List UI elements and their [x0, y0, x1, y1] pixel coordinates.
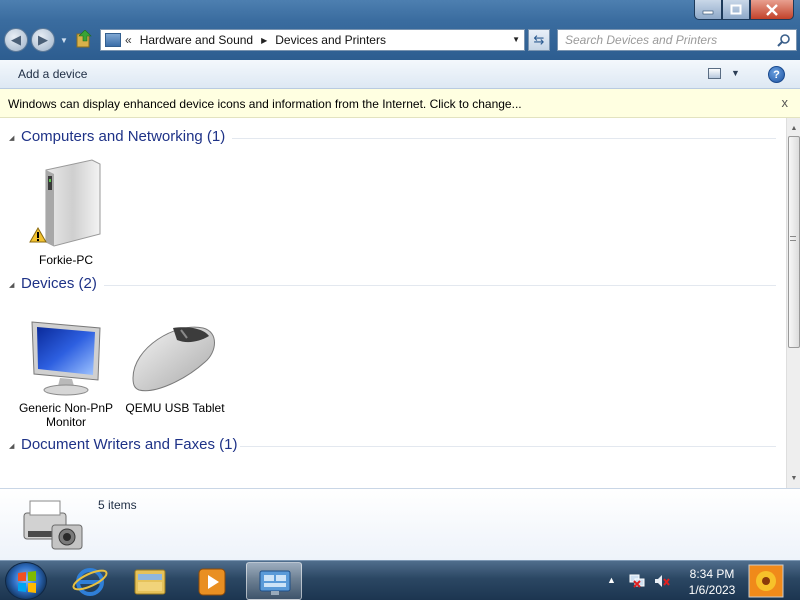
warning-icon	[29, 226, 47, 243]
group-header-devices[interactable]: ◢ Devices (2)	[0, 275, 786, 295]
window-controls	[694, 0, 794, 20]
group-divider	[104, 285, 776, 286]
recent-pages-dropdown[interactable]: ▼	[60, 36, 68, 45]
device-label: QEMU USB Tablet	[125, 401, 225, 415]
window-chrome: ◀ ▶ ▼ « Hardware and Sound ▶ Devices and…	[0, 0, 800, 60]
breadcrumb-devices-and-printers[interactable]: Devices and Printers	[275, 33, 386, 47]
device-forkie-pc[interactable]: Forkie-PC	[16, 154, 116, 267]
clock-date: 1/6/2023	[688, 583, 736, 597]
search-input[interactable]	[565, 33, 775, 47]
info-bar-close-icon[interactable]: x	[782, 95, 789, 110]
flower-user-picture-icon	[748, 564, 784, 598]
device-generic-monitor[interactable]: Generic Non-PnP Monitor	[16, 318, 116, 429]
control-panel-icon	[259, 570, 291, 595]
volume-muted-icon[interactable]	[653, 573, 671, 589]
media-player-icon	[198, 568, 226, 596]
item-count: 5 items	[98, 498, 137, 512]
refresh-button[interactable]: ⇆	[528, 29, 550, 51]
maximize-button[interactable]	[722, 0, 750, 20]
device-qemu-usb-tablet[interactable]: QEMU USB Tablet	[125, 318, 225, 415]
group-divider	[240, 446, 776, 447]
back-button[interactable]: ◀	[4, 28, 28, 52]
close-icon	[766, 3, 778, 16]
group-header-computers[interactable]: ◢ Computers and Networking (1)	[0, 128, 786, 148]
maximize-icon	[730, 4, 742, 15]
start-button[interactable]	[5, 562, 47, 600]
refresh-icon: ⇆	[533, 32, 545, 47]
group-title: Computers and Networking (1)	[21, 128, 226, 145]
group-header-document-writers[interactable]: ◢ Document Writers and Faxes (1)	[0, 436, 786, 456]
device-label: Forkie-PC	[38, 253, 93, 267]
windows-logo-icon	[18, 571, 36, 593]
taskbar-windows-explorer[interactable]	[123, 562, 179, 600]
forward-arrow-icon: ▶	[38, 32, 48, 47]
device-label: Generic Non-PnP Monitor	[18, 401, 114, 429]
taskbar-control-panel[interactable]	[246, 562, 302, 600]
breadcrumb-separator-icon[interactable]: ▶	[261, 36, 267, 45]
show-hidden-icons[interactable]: ▲	[607, 575, 616, 585]
printer-camera-icon	[23, 500, 83, 550]
taskbar: ▲ 8:34 PM 1/6/2023	[0, 560, 800, 600]
taskbar-internet-explorer[interactable]	[62, 562, 118, 600]
details-pane: 5 items	[0, 488, 800, 560]
command-bar: Add a device ▼ ?	[0, 60, 800, 89]
scrollbar-grip	[790, 236, 796, 241]
monitor-icon	[31, 321, 101, 396]
scroll-down-icon[interactable]: ▼	[787, 470, 800, 486]
info-bar-message[interactable]: Windows can display enhanced device icon…	[8, 97, 522, 111]
network-icon[interactable]	[628, 573, 646, 589]
taskbar-media-player[interactable]	[184, 562, 240, 600]
up-folder-icon	[76, 30, 92, 48]
help-icon[interactable]: ?	[768, 66, 785, 83]
clock-time: 8:34 PM	[689, 567, 735, 581]
minimize-icon	[702, 10, 714, 14]
up-button[interactable]	[74, 29, 94, 49]
group-title: Devices (2)	[21, 275, 97, 292]
clock[interactable]: 8:34 PM 1/6/2023	[684, 566, 740, 598]
mouse-icon	[132, 326, 215, 392]
add-device-button[interactable]: Add a device	[18, 67, 87, 81]
scrollbar-thumb[interactable]	[788, 136, 800, 348]
computer-icon	[29, 159, 101, 247]
view-options-dropdown-icon[interactable]: ▼	[731, 68, 740, 78]
close-button[interactable]	[750, 0, 794, 20]
search-icon[interactable]	[777, 33, 791, 47]
address-overflow[interactable]: «	[125, 33, 132, 47]
collapse-icon[interactable]: ◢	[9, 281, 14, 289]
breadcrumb-hardware-and-sound[interactable]: Hardware and Sound	[140, 33, 253, 47]
group-divider	[232, 138, 776, 139]
change-view-icon[interactable]	[708, 68, 721, 79]
folder-icon	[134, 569, 166, 595]
address-dropdown-icon[interactable]: ▼	[512, 35, 520, 44]
search-box[interactable]	[557, 29, 797, 51]
minimize-button[interactable]	[694, 0, 722, 20]
collapse-icon[interactable]: ◢	[9, 134, 14, 142]
show-desktop-button[interactable]	[748, 564, 784, 598]
control-panel-icon	[105, 33, 121, 47]
internet-explorer-icon	[72, 568, 108, 596]
devices-view: ◢ Computers and Networking (1) Forkie-PC…	[0, 118, 786, 488]
scroll-up-icon[interactable]: ▲	[787, 120, 800, 136]
info-bar[interactable]: Windows can display enhanced device icon…	[0, 89, 800, 118]
address-bar[interactable]: « Hardware and Sound ▶ Devices and Print…	[100, 29, 525, 51]
group-title: Document Writers and Faxes (1)	[21, 436, 238, 453]
collapse-icon[interactable]: ◢	[9, 442, 14, 450]
forward-button[interactable]: ▶	[31, 28, 55, 52]
back-arrow-icon: ◀	[11, 32, 21, 47]
vertical-scrollbar[interactable]: ▲ ▼	[786, 118, 800, 488]
